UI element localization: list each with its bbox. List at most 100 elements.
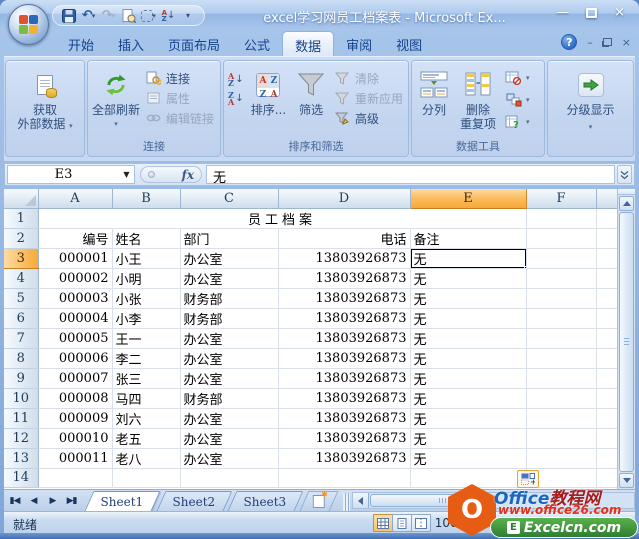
edit-links-button[interactable]: 编辑链接 [142,109,217,127]
cell-E4[interactable]: 无 [410,268,526,288]
workbook-close-icon[interactable]: × [622,37,631,48]
cell-A3[interactable]: 000001 [38,248,112,268]
cell-E13[interactable]: 无 [410,448,526,468]
row-header-9[interactable]: 9 [4,368,38,388]
tab-split-handle[interactable] [343,493,350,511]
cell-D13[interactable]: 13803926873 [278,448,410,468]
column-header-partial[interactable] [596,189,617,208]
cell-A9[interactable]: 000007 [38,368,112,388]
row-header-14[interactable]: 14 [4,468,38,487]
sheet-tab-sheet2[interactable]: Sheet2 [156,491,232,511]
cell-C12[interactable]: 办公室 [180,428,278,448]
scroll-left-icon[interactable] [353,493,369,508]
page-layout-view-button[interactable] [392,514,412,532]
cell-E2-header[interactable]: 备注 [410,228,526,248]
cell-E10[interactable]: 无 [410,388,526,408]
cell-F12[interactable] [526,428,596,448]
cell-A12[interactable]: 000010 [38,428,112,448]
cell-D8[interactable]: 13803926873 [278,348,410,368]
next-sheet-icon[interactable]: ▶ [44,493,61,509]
cell-B7[interactable]: 王一 [112,328,180,348]
row-header-7[interactable]: 7 [4,328,38,348]
tab-home[interactable]: 开始 [56,31,106,56]
previous-sheet-icon[interactable]: ◀ [25,493,42,509]
cell-D2-header[interactable]: 电话 [278,228,410,248]
what-if-analysis-button[interactable]: ? ▾ [502,113,533,131]
cell-C2-header[interactable]: 部门 [180,228,278,248]
cell-B13[interactable]: 老八 [112,448,180,468]
first-sheet-icon[interactable]: ▮◀ [6,493,23,509]
cell-F7[interactable] [526,328,596,348]
zoom-level[interactable]: 100% [435,516,469,530]
cell-C5[interactable]: 财务部 [180,288,278,308]
cell-D6[interactable]: 13803926873 [278,308,410,328]
cell-A14[interactable] [38,468,112,487]
row-header-5[interactable]: 5 [4,288,38,308]
cell-E3[interactable]: 无 [410,248,526,268]
cell-A4[interactable]: 000002 [38,268,112,288]
sort-dialog-button[interactable]: AZZA 排序... [246,63,292,142]
cell-B5[interactable]: 小张 [112,288,180,308]
cell-B14[interactable] [112,468,180,487]
sort-az-button[interactable]: AZ↓ [226,71,246,88]
row-header-13[interactable]: 13 [4,448,38,468]
row-header-1[interactable]: 1 [4,208,38,228]
column-header-B[interactable]: B [112,189,180,208]
row-header-10[interactable]: 10 [4,388,38,408]
sheet-tab-sheet1[interactable]: Sheet1 [85,491,161,511]
insert-options-smart-tag[interactable]: + [517,470,539,488]
vertical-scroll-thumb[interactable] [619,212,634,472]
cell-F3[interactable] [526,248,596,268]
cell-A11[interactable]: 000009 [38,408,112,428]
cell-F11[interactable] [526,408,596,428]
tab-formulas[interactable]: 公式 [232,31,282,56]
refresh-all-button[interactable]: 全部刷新 ▾ [90,63,142,142]
cell-F5[interactable] [526,288,596,308]
sheet-tab-sheet3[interactable]: Sheet3 [228,491,304,511]
outline-button[interactable]: 分级显示 ▾ [550,63,631,142]
name-box[interactable]: E3 ▼ [7,165,135,184]
row-header-8[interactable]: 8 [4,348,38,368]
cell-B4[interactable]: 小明 [112,268,180,288]
cell-D4[interactable]: 13803926873 [278,268,410,288]
row-header-12[interactable]: 12 [4,428,38,448]
cell-B2-header[interactable]: 姓名 [112,228,180,248]
minimize-button[interactable]: — [556,6,569,20]
insert-worksheet-button[interactable] [299,491,338,511]
cell-F9[interactable] [526,368,596,388]
tab-insert[interactable]: 插入 [106,31,156,56]
workbook-restore-icon[interactable] [603,38,612,46]
close-button[interactable]: × [614,6,625,20]
name-box-dropdown-icon[interactable]: ▼ [119,170,134,179]
cell-D7[interactable]: 13803926873 [278,328,410,348]
cell-E12[interactable]: 无 [410,428,526,448]
row-header-2[interactable]: 2 [4,228,38,248]
cell-E9[interactable]: 无 [410,368,526,388]
cell-D3[interactable]: 13803926873 [278,248,410,268]
cell-sheet-title[interactable]: 员工档案 [38,208,526,228]
cell-C9[interactable]: 办公室 [180,368,278,388]
text-to-columns-button[interactable]: 分列 [414,63,454,142]
cell-B8[interactable]: 李二 [112,348,180,368]
maximize-button[interactable] [586,8,597,18]
cell-B11[interactable]: 刘六 [112,408,180,428]
column-header-D[interactable]: D [278,189,410,208]
sort-za-button[interactable]: ZA↓ [226,90,246,107]
formula-input[interactable]: 无 [206,165,615,184]
redo-icon[interactable]: ↷▾ [100,7,117,24]
expand-formula-bar-icon[interactable] [617,165,632,184]
tab-review[interactable]: 审阅 [334,31,384,56]
cell-E11[interactable]: 无 [410,408,526,428]
cell-C13[interactable]: 办公室 [180,448,278,468]
cell-E6[interactable]: 无 [410,308,526,328]
row-header-3[interactable]: 3 [4,248,38,268]
page-break-view-button[interactable] [411,514,431,532]
workbook-minimize-icon[interactable]: – [587,37,593,48]
cell-B6[interactable]: 小李 [112,308,180,328]
cell-F13[interactable] [526,448,596,468]
cell-D10[interactable]: 13803926873 [278,388,410,408]
print-preview-icon[interactable] [120,7,137,24]
tab-view[interactable]: 视图 [384,31,434,56]
cell-A5[interactable]: 000003 [38,288,112,308]
last-sheet-icon[interactable]: ▶▮ [63,493,80,509]
